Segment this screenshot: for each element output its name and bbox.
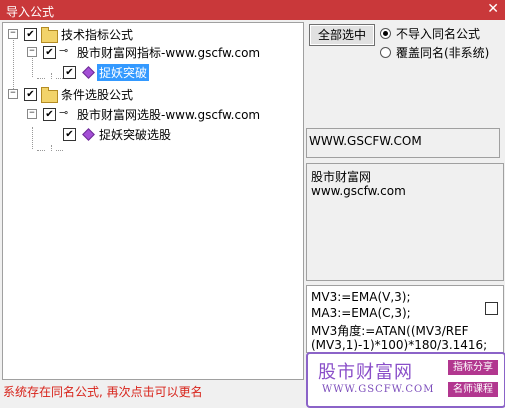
code-checkbox[interactable] [485,302,498,315]
collapse-icon[interactable]: − [27,47,37,57]
key-icon: ⊸ [59,106,69,119]
collapse-icon[interactable]: − [27,109,37,119]
window-title: 导入公式 [6,5,55,19]
tree-node-tech-formula[interactable]: − ✔ 技术指标公式 [3,25,303,43]
radio-skip-duplicates[interactable] [380,28,391,39]
key-icon: ⊸ [59,44,69,57]
tree-node-label: 技术指标公式 [61,28,134,42]
watermark-url: WWW.GSCFW.COM [322,384,435,395]
title-bar: 导入公式 ✕ [0,0,505,20]
folder-icon [41,87,58,103]
tree-node-label: 捉妖突破选股 [99,128,172,142]
tree-node-screen-group[interactable]: − ✔ ⊸ 股市财富网选股-www.gscfw.com [3,105,303,123]
close-icon[interactable]: ✕ [487,1,499,17]
radio-skip-duplicates-label: 不导入同名公式 [396,27,481,41]
tree-node-label: 股市财富网指标-www.gscfw.com [77,46,261,60]
code-line-1: MV3:=EMA(V,3); [311,290,411,304]
tree-checkbox[interactable]: ✔ [24,88,37,101]
folder-icon [41,27,58,43]
tree-node-screen-formula[interactable]: − ✔ 条件选股公式 [3,85,303,103]
code-line-3: MV3角度:=ATAN((MV3/REF [311,324,469,338]
radio-overwrite-label: 覆盖同名(非系统) [396,46,490,60]
formula-icon [82,66,95,79]
status-message: 系统存在同名公式, 再次点击可以更名 [3,385,203,399]
tree-node-label: 条件选股公式 [61,88,134,102]
tree-checkbox[interactable]: ✔ [63,66,76,79]
watermark-title: 股市财富网 [318,362,413,383]
watermark-tag-1: 指标分享 [448,360,498,375]
tree-checkbox[interactable]: ✔ [24,28,37,41]
collapse-icon[interactable]: − [8,89,18,99]
tree-checkbox[interactable]: ✔ [43,108,56,121]
select-all-button[interactable]: 全部选中 [309,24,375,46]
tree-node-label: 股市财富网选股-www.gscfw.com [77,108,261,122]
tree-node-indicator-item[interactable]: ✔ 捉妖突破 [3,63,303,81]
tree-checkbox[interactable]: ✔ [63,128,76,141]
description-box[interactable]: 股市财富网 www.gscfw.com [306,163,504,281]
tree-node-screen-item[interactable]: ✔ 捉妖突破选股 [3,125,303,143]
code-line-2: MA3:=EMA(C,3); [311,306,411,320]
description-line-1: 股市财富网 [311,170,372,184]
watermark-logo: 股市财富网 WWW.GSCFW.COM 指标分享 名师课程 [306,352,505,408]
tree-node-label: 捉妖突破 [97,64,150,81]
tree-checkbox[interactable]: ✔ [43,46,56,59]
formula-code-box[interactable]: MV3:=EMA(V,3); MA3:=EMA(C,3); MV3角度:=ATA… [306,285,504,353]
site-field: WWW.GSCFW.COM [306,128,500,158]
radio-overwrite[interactable] [380,47,391,58]
collapse-icon[interactable]: − [8,29,18,39]
tree-node-indicator-group[interactable]: − ✔ ⊸ 股市财富网指标-www.gscfw.com [3,43,303,61]
site-text: WWW.GSCFW.COM [309,134,422,148]
description-line-2: www.gscfw.com [311,184,406,198]
formula-icon [82,128,95,141]
code-line-4: (MV3,1)-1)*100)*180/3.1416; [311,338,488,352]
watermark-tag-2: 名师课程 [448,382,498,397]
formula-tree[interactable]: − ✔ 技术指标公式 − ✔ ⊸ 股市财富网指标-www.gscfw.com ✔… [2,22,304,380]
